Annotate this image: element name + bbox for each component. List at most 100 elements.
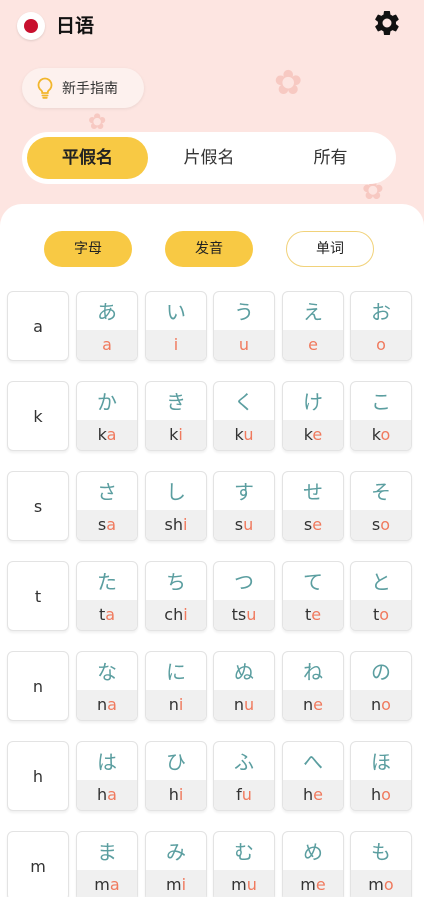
romaji-vowel: a [106, 515, 117, 534]
romaji: so [351, 510, 411, 540]
romaji-vowel: a [106, 425, 117, 444]
kana-cell[interactable]: つ tsu [213, 561, 275, 631]
kana-cell[interactable]: む mu [213, 831, 275, 897]
romaji-vowel: u [243, 425, 254, 444]
kana-cell[interactable]: ち chi [145, 561, 207, 631]
romaji: mi [146, 870, 206, 897]
romaji: ne [283, 690, 343, 720]
kana-character: い [166, 300, 186, 324]
romaji: e [283, 330, 343, 360]
kana-cell[interactable]: そ so [350, 471, 412, 541]
tab-pronunciation[interactable]: 发音 [165, 231, 253, 267]
kana-cell[interactable]: ね ne [282, 651, 344, 721]
kana-character: き [166, 390, 186, 414]
tab-letters[interactable]: 字母 [44, 231, 132, 267]
romaji: a [77, 330, 137, 360]
kana-cell[interactable]: の no [350, 651, 412, 721]
kana-cell[interactable]: ほ ho [350, 741, 412, 811]
kana-character: も [371, 840, 391, 864]
kana-character: つ [234, 570, 254, 594]
romaji-vowel: o [381, 785, 391, 804]
kana-character: す [234, 480, 254, 504]
romaji: ke [283, 420, 343, 450]
romaji: u [214, 330, 274, 360]
kana-cell[interactable]: ま ma [76, 831, 138, 897]
kana-cell[interactable]: す su [213, 471, 275, 541]
kana-cell[interactable]: た ta [76, 561, 138, 631]
kana-cell[interactable]: て te [282, 561, 344, 631]
romaji-vowel: a [107, 785, 117, 804]
kana-character: て [303, 570, 323, 594]
romaji-vowel: e [312, 425, 323, 444]
tab-katakana[interactable]: 片假名 [148, 137, 270, 179]
row-label[interactable]: m [7, 831, 69, 897]
romaji-vowel: o [380, 515, 391, 534]
kana-cell[interactable]: と to [350, 561, 412, 631]
kana-cell[interactable]: えe [282, 291, 344, 361]
kana-cell[interactable]: は ha [76, 741, 138, 811]
beginner-guide-button[interactable]: 新手指南 [22, 68, 144, 108]
beginner-guide-label: 新手指南 [62, 81, 118, 97]
kana-character: の [371, 660, 391, 684]
romaji: nu [214, 690, 274, 720]
kana-cell[interactable]: あa [76, 291, 138, 361]
gear-icon[interactable] [372, 8, 402, 38]
romaji-vowel: e [311, 605, 322, 624]
row-label[interactable]: k [7, 381, 69, 451]
romaji-vowel: i [178, 785, 184, 804]
kana-character: あ [97, 300, 117, 324]
kana-cell[interactable]: ぬ nu [213, 651, 275, 721]
kana-cell[interactable]: め me [282, 831, 344, 897]
romaji-vowel: o [381, 695, 391, 714]
kana-character: に [166, 660, 186, 684]
top-bar: 日语 [0, 0, 424, 52]
romaji-consonant: s [303, 515, 313, 534]
romaji: na [77, 690, 137, 720]
kana-cell[interactable]: へ he [282, 741, 344, 811]
romaji-consonant: m [368, 875, 384, 894]
romaji: se [283, 510, 343, 540]
romaji: ni [146, 690, 206, 720]
kana-character: む [234, 840, 254, 864]
romaji-consonant: n [371, 695, 382, 714]
tab-words[interactable]: 单词 [286, 231, 374, 267]
romaji-consonant: m [94, 875, 110, 894]
kana-cell[interactable]: き ki [145, 381, 207, 451]
kana-cell[interactable]: か ka [76, 381, 138, 451]
kana-cell[interactable]: み mi [145, 831, 207, 897]
tab-all[interactable]: 所有 [270, 137, 391, 179]
row-label[interactable]: t [7, 561, 69, 631]
row-label[interactable]: h [7, 741, 69, 811]
kana-character: た [97, 570, 117, 594]
romaji-consonant: m [231, 875, 247, 894]
romaji-vowel: u [244, 695, 255, 714]
romaji-consonant: k [234, 425, 244, 444]
row-label[interactable]: n [7, 651, 69, 721]
kana-cell[interactable]: こ ko [350, 381, 412, 451]
kana-cell[interactable]: いi [145, 291, 207, 361]
kana-cell[interactable]: も mo [350, 831, 412, 897]
kana-cell[interactable]: せ se [282, 471, 344, 541]
kana-cell[interactable]: ふ fu [213, 741, 275, 811]
tab-hiragana[interactable]: 平假名 [27, 137, 148, 179]
romaji-consonant: h [168, 785, 179, 804]
kana-cell[interactable]: うu [213, 291, 275, 361]
language-title[interactable]: 日语 [56, 12, 94, 40]
romaji: te [283, 600, 343, 630]
kana-character: ち [166, 570, 186, 594]
kana-character: ふ [234, 750, 254, 774]
row-label[interactable]: s [7, 471, 69, 541]
kana-cell[interactable]: さ sa [76, 471, 138, 541]
kana-cell[interactable]: く ku [213, 381, 275, 451]
kana-cell[interactable]: け ke [282, 381, 344, 451]
japan-flag-icon[interactable] [17, 12, 45, 40]
romaji: fu [214, 780, 274, 810]
kana-cell[interactable]: し shi [145, 471, 207, 541]
kana-cell[interactable]: おo [350, 291, 412, 361]
kana-cell[interactable]: ひ hi [145, 741, 207, 811]
kana-cell[interactable]: に ni [145, 651, 207, 721]
row-label[interactable]: a [7, 291, 69, 361]
kana-cell[interactable]: な na [76, 651, 138, 721]
kana-character: と [371, 570, 391, 594]
romaji-vowel: u [243, 515, 254, 534]
